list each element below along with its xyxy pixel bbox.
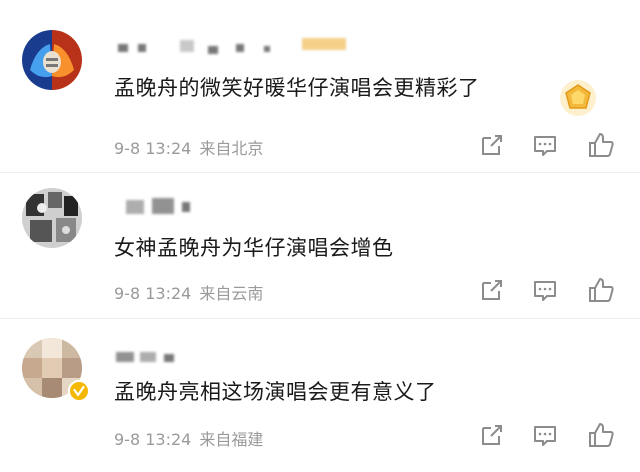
- fire-ice-fist-avatar-icon: [22, 30, 82, 90]
- comment-meta: 9-8 13:24 来自福建: [114, 426, 263, 450]
- comment-item: 孟晚舟的微笑好暖华仔演唱会更精彩了 9-8 13:24 来自北京: [0, 0, 640, 172]
- comment-time: 9-8 13:24: [114, 284, 192, 303]
- comment-icon[interactable]: [530, 275, 560, 305]
- like-icon[interactable]: [586, 275, 616, 305]
- gold-fan-badge-icon: [558, 78, 598, 118]
- comment-text: 孟晚舟亮相这场演唱会更有意义了: [114, 380, 437, 404]
- comment-item: 女神孟晚舟为华仔演唱会增色 9-8 13:24 来自云南: [0, 172, 640, 318]
- comment-meta: 9-8 13:24 来自北京: [114, 135, 263, 159]
- comment-text: 孟晚舟的微笑好暖华仔演唱会更精彩了: [114, 76, 480, 100]
- share-icon[interactable]: [477, 275, 507, 305]
- comment-text: 女神孟晚舟为华仔演唱会增色: [114, 236, 394, 260]
- share-icon[interactable]: [477, 130, 507, 160]
- username-obscured[interactable]: [112, 346, 192, 364]
- avatar[interactable]: [22, 30, 82, 90]
- comment-location: 来自云南: [199, 284, 264, 303]
- username-obscured[interactable]: [112, 196, 212, 214]
- comment-location: 来自福建: [199, 430, 264, 449]
- comment-meta: 9-8 13:24 来自云南: [114, 280, 263, 304]
- monochrome-collage-avatar-icon: [22, 188, 82, 248]
- comment-location: 来自北京: [199, 139, 264, 158]
- like-icon[interactable]: [586, 130, 616, 160]
- comment-icon[interactable]: [530, 420, 560, 450]
- share-icon[interactable]: [477, 420, 507, 450]
- like-icon[interactable]: [586, 420, 616, 450]
- comment-time: 9-8 13:24: [114, 139, 192, 158]
- username-obscured[interactable]: [112, 36, 362, 54]
- avatar[interactable]: [22, 188, 82, 248]
- comment-item: 孟晚舟亮相这场演唱会更有意义了 9-8 13:24 来自福建: [0, 318, 640, 472]
- comment-icon[interactable]: [530, 130, 560, 160]
- comment-time: 9-8 13:24: [114, 430, 192, 449]
- verified-v-badge-icon: [68, 380, 90, 402]
